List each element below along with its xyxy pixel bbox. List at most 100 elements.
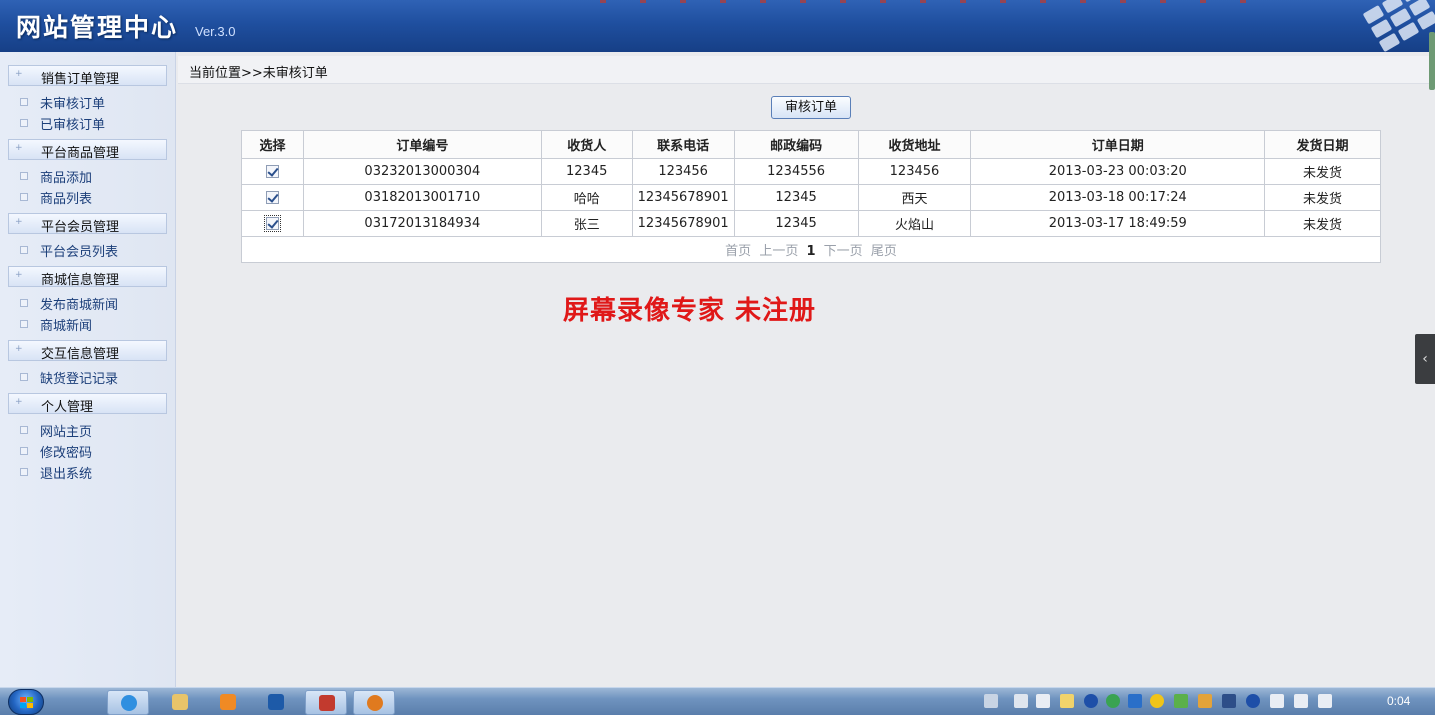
pager-next[interactable]: 下一页 [824,244,863,259]
breadcrumb: 当前位置>>未审核订单 [178,56,1435,84]
phone-cell: 123456 [631,158,735,185]
keyboard-icon[interactable] [984,694,998,708]
bullet-icon [20,426,28,434]
app-blue-icon [268,694,284,710]
leaf-icon[interactable] [1174,694,1188,708]
row-select-cell [241,184,304,211]
sidebar-group-sales[interactable]: + 销售订单管理 [8,65,167,87]
internet-explorer-icon [121,695,137,711]
sidebar-group-products[interactable]: + 平台商品管理 [8,139,167,161]
sidebar-group-mall-info[interactable]: + 商城信息管理 [8,266,167,288]
address-cell: 火焰山 [857,210,972,237]
row-checkbox[interactable] [263,215,281,232]
order-no-cell: 03232013000304 [302,158,542,185]
bullet-icon [20,193,28,201]
main-content: 当前位置>>未审核订单 审核订单 选择 订单编号 收货人 联系电话 邮政编码 收… [178,52,1435,687]
taskbar-app-button[interactable] [255,690,297,715]
signal-icon[interactable] [1294,694,1308,708]
table-row: 03172013184934 张三 12345678901 12345 火焰山 … [241,210,1381,237]
col-header-address[interactable]: 收货地址 [857,130,972,159]
pager-row: 首页 上一页 1 下一页 尾页 [241,236,1381,263]
receiver-cell: 哈哈 [540,184,633,211]
sidebar-group-interaction[interactable]: + 交互信息管理 [8,340,167,362]
taskbar-media-button[interactable] [207,690,249,715]
update-icon[interactable] [1106,694,1120,708]
start-button[interactable] [8,689,44,715]
postcode-cell: 1234556 [733,158,859,185]
address-cell: 123456 [857,158,972,185]
table-header-row: 选择 订单编号 收货人 联系电话 邮政编码 收货地址 订单日期 发货日期 [241,130,1381,159]
address-cell: 西天 [857,184,972,211]
col-header-ship-date[interactable]: 发货日期 [1264,130,1381,159]
bullet-icon [20,98,28,106]
keyboard-graphic-icon [1363,0,1435,52]
phone-cell: 12345678901 [631,210,735,237]
table-row: 03182013001710 哈哈 12345678901 12345 西天 2… [241,184,1381,211]
taskbar-ie-button[interactable] [107,690,149,715]
taskbar-app3-button[interactable] [353,690,395,715]
bullet-icon [20,373,28,381]
collapse-panel-icon[interactable]: ‹ [1415,334,1435,384]
audit-orders-button[interactable]: 审核订单 [771,96,851,119]
app-version: Ver.3.0 [195,24,236,39]
expand-icon: + [15,344,23,354]
pager-prev[interactable]: 上一页 [759,244,798,259]
expand-icon: + [15,270,23,280]
clock[interactable]: 0:04 [1387,694,1410,708]
sidebar-group-members[interactable]: + 平台会员管理 [8,213,167,235]
expand-icon: + [15,69,23,79]
bullet-icon [20,320,28,328]
bullet-icon [20,447,28,455]
col-header-order-no[interactable]: 订单编号 [302,130,542,159]
col-header-postcode[interactable]: 邮政编码 [733,130,859,159]
app-icon[interactable] [1128,694,1142,708]
pager-last[interactable]: 尾页 [871,244,897,259]
expand-icon: + [15,143,23,153]
recorder-watermark: 屏幕录像专家 未注册 [563,296,817,326]
postcode-cell: 12345 [733,210,859,237]
bullet-icon [20,299,28,307]
breadcrumb-text: 当前位置>>未审核订单 [189,66,328,81]
volume-icon[interactable] [1318,694,1332,708]
taskbar-app2-button[interactable] [305,690,347,715]
col-header-order-date[interactable]: 订单日期 [970,130,1266,159]
row-checkbox[interactable] [265,191,279,204]
order-date-cell: 2013-03-23 00:03:20 [970,158,1266,185]
col-header-select: 选择 [241,130,304,159]
order-date-cell: 2013-03-18 00:17:24 [970,184,1266,211]
ship-date-cell: 未发货 [1264,210,1381,237]
chrome-icon[interactable] [1150,694,1164,708]
col-header-receiver[interactable]: 收货人 [540,130,633,159]
display-icon[interactable] [1222,694,1236,708]
bluetooth-icon[interactable] [1084,694,1098,708]
ship-date-cell: 未发货 [1264,158,1381,185]
power-icon[interactable] [1270,694,1284,708]
col-header-phone[interactable]: 联系电话 [631,130,735,159]
pager: 首页 上一页 1 下一页 尾页 [241,236,1381,263]
user-icon[interactable] [1198,694,1212,708]
table-row: 03232013000304 12345 123456 1234556 1234… [241,158,1381,185]
bluetooth-icon[interactable] [1246,694,1260,708]
phone-cell: 12345678901 [631,184,735,211]
usb-icon[interactable] [1036,694,1050,708]
app-header: 网站管理中心 Ver.3.0 [0,0,1435,52]
app-orange-icon [367,695,383,711]
expand-icon: + [15,397,23,407]
pager-first[interactable]: 首页 [725,244,751,259]
bullet-icon [20,246,28,254]
bullet-icon [20,172,28,180]
taskbar: 0:04 [0,687,1435,715]
row-select-cell [241,158,304,185]
bullet-icon [20,119,28,127]
app-red-icon [319,695,335,711]
network-icon[interactable] [1014,694,1028,708]
row-checkbox[interactable] [265,165,279,178]
scrollbar-thumb[interactable] [1429,32,1435,90]
sidebar-group-personal[interactable]: + 个人管理 [8,393,167,415]
header-decoration [600,0,1260,3]
media-player-icon [220,694,236,710]
receiver-cell: 12345 [540,158,633,185]
flag-icon[interactable] [1060,694,1074,708]
pager-current: 1 [806,244,816,259]
taskbar-explorer-button[interactable] [159,690,201,715]
